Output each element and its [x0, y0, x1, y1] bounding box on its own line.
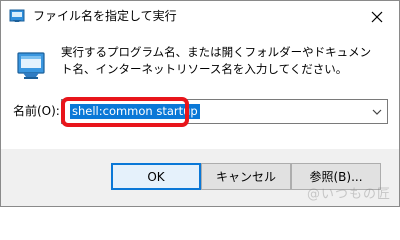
highlight-annotation	[61, 97, 189, 127]
instruction-text: 実行するプログラム名、または開くフォルダーやドキュメント名、インターネットリソー…	[61, 45, 372, 76]
window-title: ファイル名を指定して実行	[33, 9, 177, 23]
run-dialog: ファイル名を指定して実行 実行するプログラム名、または開くフォルダーやドキュメン…	[0, 0, 400, 207]
close-button[interactable]	[355, 1, 399, 32]
button-bar: OK キャンセル 参照(B)... @いつもの匠	[1, 149, 399, 206]
watermark: @いつもの匠	[306, 187, 391, 202]
run-app-icon	[9, 9, 25, 22]
title-bar: ファイル名を指定して実行	[1, 1, 399, 32]
close-icon	[371, 11, 383, 22]
ok-button[interactable]: OK	[111, 163, 201, 190]
chevron-down-icon	[372, 109, 382, 115]
combo-dropdown-button[interactable]	[367, 100, 387, 123]
run-program-icon	[17, 52, 45, 79]
open-label: 名前(O):	[13, 104, 60, 118]
cancel-button[interactable]: キャンセル	[201, 163, 291, 190]
